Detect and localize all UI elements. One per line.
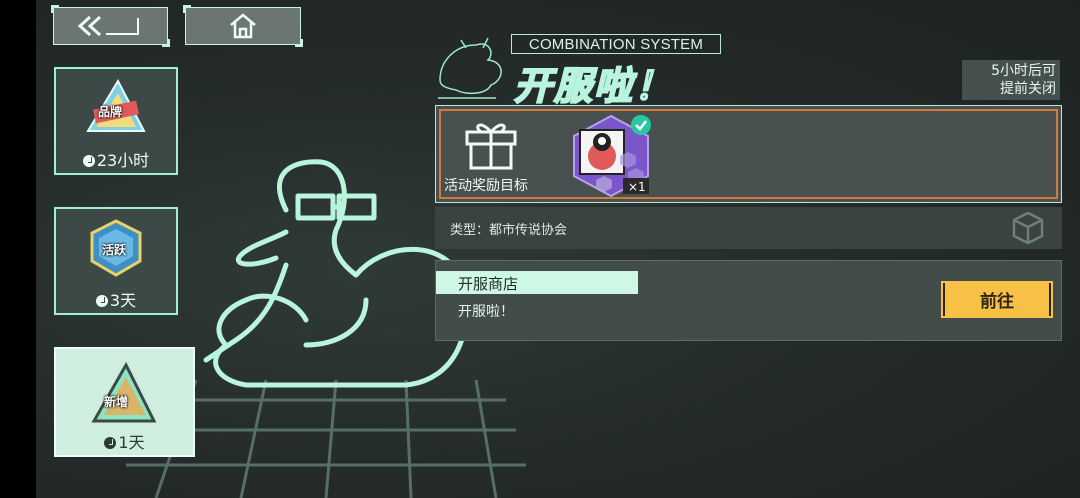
event-timer: 3天 [56, 287, 176, 311]
close-note: 5小时后可 提前关闭 [962, 60, 1060, 100]
shop-title: 开服商店 [436, 271, 638, 294]
clock-icon [95, 295, 108, 307]
reward-highlight [439, 109, 1058, 199]
badge-label: 新增 [104, 395, 129, 409]
go-button[interactable]: 前往 [941, 281, 1053, 318]
badge-label: 品牌 [98, 105, 123, 119]
reward-panel: 活动奖励目标 ×1 [435, 105, 1062, 203]
back-button[interactable] [51, 5, 170, 47]
event-screen: 品牌 23小时 活跃 3天 新增 1天 COMBINATION SYSTEM 开… [36, 0, 1080, 498]
timer-text: 23小时 [96, 151, 150, 170]
type-text: 类型：都市传说协会 [450, 223, 568, 238]
gift-label: 活动奖励目标 [444, 178, 528, 194]
shop-panel: 开服商店 开服啦！ 前往 [435, 260, 1062, 341]
close-note-line1: 5小时后可 [991, 63, 1056, 79]
event-card-new[interactable]: 新增 1天 [54, 347, 195, 457]
cube-icon [1012, 211, 1044, 245]
shop-description: 开服啦！ [458, 304, 514, 320]
pyramid-badge-icon [91, 361, 157, 423]
home-button[interactable] [183, 5, 303, 47]
clock-icon [82, 155, 95, 167]
reward-item[interactable]: ×1 [566, 112, 656, 200]
event-card-brand[interactable]: 品牌 23小时 [54, 67, 178, 175]
close-note-line2: 提前关闭 [1000, 81, 1056, 97]
checkmark-icon [631, 115, 651, 135]
timer-text: 3天 [109, 291, 137, 310]
event-subtitle: COMBINATION SYSTEM [511, 34, 721, 54]
event-card-active[interactable]: 活跃 3天 [54, 207, 178, 315]
back-arrow-icon [77, 15, 139, 37]
page-title: 开服啦！ [513, 63, 675, 109]
type-row: 类型：都市传说协会 [435, 207, 1062, 249]
event-timer: 23小时 [56, 147, 176, 171]
gift-icon [465, 123, 517, 170]
badge-label: 活跃 [102, 243, 127, 257]
event-timer: 1天 [56, 429, 193, 453]
clock-icon [104, 437, 117, 449]
timer-text: 1天 [118, 433, 145, 452]
home-icon [230, 13, 256, 39]
item-count: ×1 [628, 180, 646, 194]
